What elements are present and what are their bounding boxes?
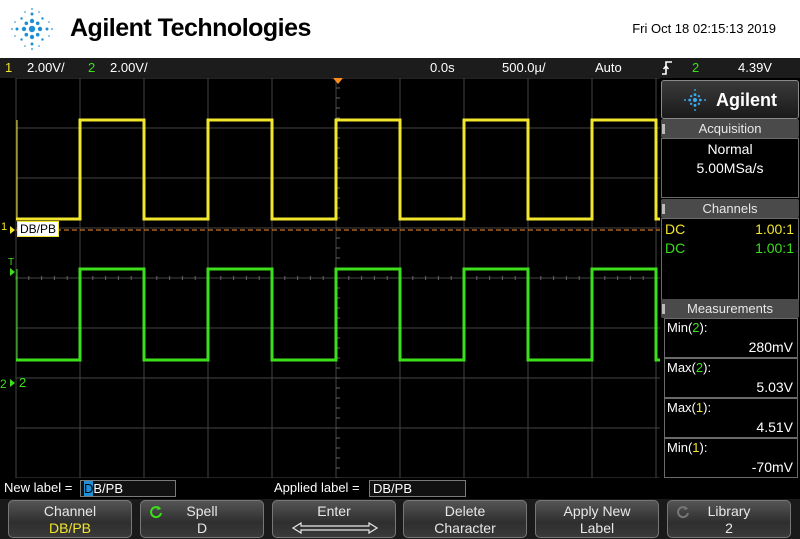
ch2-trace <box>16 267 660 362</box>
measurements-panel: Min(2): 280mV Max(2): 5.03V Max(1): 4.51… <box>661 318 799 478</box>
measurement-value: 280mV <box>748 339 793 355</box>
acquisition-header: Acquisition <box>661 119 799 138</box>
channels-panel: DC 1.00:1 DC 1.00:1 <box>661 218 799 300</box>
enter-arrow-icon <box>291 522 379 534</box>
waveform-display[interactable]: DB/PB 1 2 2 T <box>0 78 660 478</box>
graticule <box>15 78 660 478</box>
brand-title: Agilent Technologies <box>70 14 311 42</box>
header: Agilent Technologies Fri Oct 18 02:15:13… <box>0 0 800 58</box>
softkey-value: DB/PB <box>48 520 91 536</box>
softkey-value: D <box>196 520 208 536</box>
time-scale: 500.0µ/ <box>502 60 546 75</box>
section-marker <box>662 124 665 134</box>
applied-label-caption: Applied label = <box>274 480 360 495</box>
softkey-label: Enter <box>317 503 351 519</box>
time-offset: 0.0s <box>430 60 455 75</box>
sample-rate: 5.00MSa/s <box>696 160 764 176</box>
agilent-spark-icon <box>11 8 53 50</box>
softkey-label: Delete <box>444 503 486 519</box>
softkey-label-2: Label <box>579 520 615 536</box>
ch2-ground-label: 2 <box>19 375 27 390</box>
spell-softkey[interactable]: Spell D <box>140 500 264 538</box>
ch2-number: 2 <box>88 60 96 75</box>
softkey-label: Spell <box>186 503 218 519</box>
softkey-label: Channel <box>43 503 97 519</box>
channel-label-tag: DB/PB <box>17 221 60 237</box>
acquisition-mode: Normal <box>707 141 753 157</box>
ch1-number: 1 <box>5 60 13 75</box>
new-label-rest: B/PB <box>93 481 124 496</box>
section-marker <box>662 204 665 214</box>
channel-softkey[interactable]: Channel DB/PB <box>8 500 132 538</box>
ch2-scale: 2.00V/ <box>110 60 148 75</box>
ch1-trace <box>16 118 660 221</box>
applied-label-field: DB/PB <box>369 480 466 497</box>
ch1-ground-marker[interactable]: 1 <box>1 221 7 233</box>
measurement-min-ch2[interactable]: Min(2): 280mV <box>664 318 798 358</box>
acquisition-panel: Normal 5.00MSa/s <box>661 138 799 198</box>
agilent-badge: Agilent <box>661 80 799 119</box>
ch1-ground-arrow <box>10 226 15 234</box>
panel-brand: Agilent <box>716 90 777 110</box>
softkey-label: Library <box>707 503 751 519</box>
text-cursor-char: D <box>84 481 94 496</box>
measurement-value: -70mV <box>751 459 793 475</box>
status-bar: 1 2.00V/ 2 2.00V/ 0.0s 500.0µ/ Auto 2 4.… <box>0 58 800 78</box>
waveform-grid <box>10 78 660 478</box>
library-softkey[interactable]: Library 2 <box>667 500 791 538</box>
trigger-source: 2 <box>692 60 700 75</box>
measurement-value: 5.03V <box>756 379 793 395</box>
agilent-spark-icon <box>684 89 706 111</box>
measurement-min-ch1[interactable]: Min(1): -70mV <box>664 438 798 478</box>
ch2-coupling: DC <box>665 240 686 256</box>
softkey-value: 2 <box>725 520 733 536</box>
label-edit-bar: New label = DB/PB Applied label = DB/PB <box>0 478 660 499</box>
ch2-probe: 1.00:1 <box>755 240 794 256</box>
trigger-level-marker[interactable]: T <box>8 257 14 268</box>
side-panel: Agilent Acquisition Normal 5.00MSa/s Cha… <box>660 78 800 478</box>
measurement-label: Max(1): <box>667 400 712 415</box>
ch1-scale: 2.00V/ <box>27 60 65 75</box>
channels-header: Channels <box>661 199 799 218</box>
ch1-coupling: DC <box>665 221 686 237</box>
ch2-ground-marker[interactable]: 2 <box>0 377 7 391</box>
measurements-header: Measurements <box>661 299 799 318</box>
trigger-position-marker <box>333 78 343 84</box>
apply-new-label-softkey[interactable]: Apply New Label <box>535 500 659 538</box>
trigger-mode: Auto <box>595 60 622 75</box>
measurement-label: Max(2): <box>667 360 712 375</box>
ch1-probe: 1.00:1 <box>755 221 794 237</box>
measurement-label: Min(2): <box>667 320 708 335</box>
softkey-label-2: Character <box>434 520 496 536</box>
softkey-bar: Channel DB/PB Spell D Enter Delete Chara… <box>0 499 800 539</box>
new-label-caption: New label = <box>4 480 73 495</box>
ch2-ground-arrow <box>10 379 15 387</box>
new-label-field[interactable]: DB/PB <box>80 480 176 497</box>
measurement-max-ch2[interactable]: Max(2): 5.03V <box>664 358 798 398</box>
trigger-level: 4.39V <box>738 60 772 75</box>
delete-character-softkey[interactable]: Delete Character <box>403 500 527 538</box>
measurement-max-ch1[interactable]: Max(1): 4.51V <box>664 398 798 438</box>
measurement-label: Min(1): <box>667 440 708 455</box>
traces <box>16 118 660 362</box>
datetime: Fri Oct 18 02:15:13 2019 <box>632 21 776 36</box>
softkey-label: Apply New <box>563 503 631 519</box>
section-marker <box>662 304 665 314</box>
enter-softkey[interactable]: Enter <box>272 500 396 538</box>
trigger-arrow <box>10 268 15 276</box>
measurement-value: 4.51V <box>756 419 793 435</box>
